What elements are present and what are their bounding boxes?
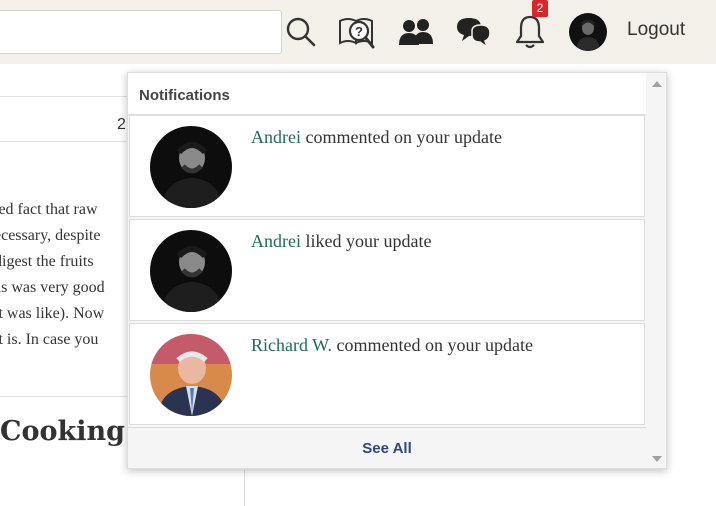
- notification-action: liked your update: [300, 231, 432, 251]
- see-all-bar: See All: [128, 427, 646, 468]
- notification-user-link[interactable]: Andrei: [251, 127, 301, 147]
- scroll-up-arrow-icon[interactable]: [652, 81, 662, 87]
- svg-text:?: ?: [355, 24, 363, 39]
- people-icon[interactable]: [396, 12, 436, 52]
- top-bar: ? 2 Logout: [0, 0, 716, 64]
- notification-item[interactable]: Richard W. commented on your update: [129, 323, 645, 425]
- help-book-icon[interactable]: ?: [337, 12, 377, 52]
- logout-link[interactable]: Logout: [627, 19, 685, 41]
- search-input[interactable]: [0, 10, 282, 54]
- notification-avatar[interactable]: [150, 334, 232, 416]
- scroll-down-arrow-icon[interactable]: [652, 456, 662, 462]
- notification-text: Andrei commented on your update: [251, 127, 502, 148]
- divider: [0, 141, 130, 142]
- column-divider: [244, 470, 245, 506]
- notification-action: commented on your update: [300, 127, 502, 147]
- scrollbar[interactable]: [646, 73, 666, 468]
- notification-text: Andrei liked your update: [251, 231, 431, 252]
- divider: [0, 96, 130, 97]
- notifications-title: Notifications: [139, 87, 230, 104]
- notification-action: commented on your update: [332, 335, 533, 355]
- notification-item[interactable]: Andrei liked your update: [129, 219, 645, 321]
- notification-user-link[interactable]: Richard W.: [251, 335, 332, 355]
- chat-icon[interactable]: [453, 12, 493, 52]
- row-number: 2: [117, 116, 126, 133]
- divider: [0, 396, 130, 397]
- notification-count-badge: 2: [532, 0, 548, 17]
- article-line: it was like). Now: [0, 305, 105, 322]
- notifications-dropdown: Notifications Andrei commented on your u…: [127, 72, 667, 469]
- notifications-header: Notifications: [128, 73, 646, 115]
- section-heading: Cooking: [0, 416, 125, 447]
- article-line: as was very good: [0, 279, 105, 296]
- article-line: ecessary, despite: [0, 227, 101, 244]
- bell-icon[interactable]: 2: [510, 0, 550, 52]
- article-line: it is. In case you: [0, 331, 99, 348]
- article-line: digest the fruits: [0, 253, 94, 270]
- notification-user-link[interactable]: Andrei: [251, 231, 301, 251]
- notification-avatar[interactable]: [150, 126, 232, 208]
- see-all-link[interactable]: See All: [128, 440, 646, 457]
- user-avatar[interactable]: [569, 13, 607, 51]
- notification-avatar[interactable]: [150, 230, 232, 312]
- search-icon[interactable]: [281, 12, 321, 52]
- article-line: ted fact that raw: [0, 201, 98, 218]
- notification-text: Richard W. commented on your update: [251, 335, 533, 356]
- notification-item[interactable]: Andrei commented on your update: [129, 115, 645, 217]
